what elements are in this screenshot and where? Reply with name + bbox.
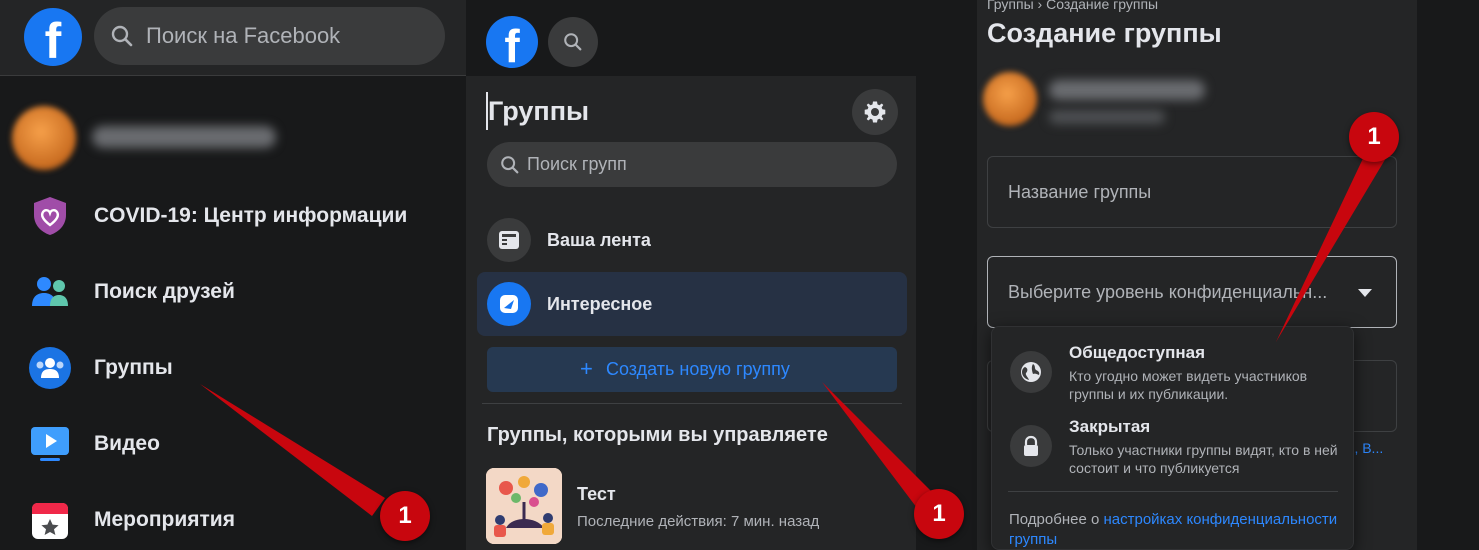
groups-sidebar: Группы Поиск групп Ваша лента Интересное…: [466, 76, 916, 550]
facebook-search-input[interactable]: Поиск на Facebook: [94, 7, 445, 65]
search-placeholder: Поиск групп: [527, 154, 627, 174]
option-description: Только участники группы видят, кто в ней…: [1069, 442, 1338, 476]
discover-icon: [487, 282, 531, 326]
top-bar-compact: f: [466, 0, 977, 76]
menu-item-label: Поиск друзей: [94, 280, 235, 303]
lock-icon: [1010, 425, 1052, 467]
nav-item-label: Интересное: [547, 294, 653, 314]
nav-item-label: Ваша лента: [547, 230, 651, 250]
page-background: [1417, 0, 1479, 550]
option-description: Кто угодно может видеть участников групп…: [1069, 368, 1308, 402]
step-badge: 1: [1349, 112, 1399, 162]
page-title: Создание группы: [987, 18, 1222, 48]
group-name-field[interactable]: Название группы: [987, 156, 1397, 228]
top-bar: f Поиск на Facebook: [0, 0, 466, 76]
search-icon: [111, 25, 133, 47]
facebook-home-panel: f Поиск на Facebook COVID-19: Центр инфо…: [0, 0, 466, 550]
privacy-dropdown-menu: Общедоступная Кто угодно может видеть уч…: [991, 326, 1354, 550]
menu-item-label: Мероприятия: [94, 508, 235, 531]
groups-search-input[interactable]: Поиск групп: [487, 142, 897, 187]
menu-item-label: COVID-19: Центр информации: [94, 204, 408, 227]
profile-shortcut[interactable]: [12, 100, 452, 170]
admin-role-blurred: [1049, 110, 1165, 124]
search-placeholder: Поиск на Facebook: [146, 23, 341, 48]
friends-icon: [32, 277, 68, 306]
feed-icon: [487, 218, 531, 262]
menu-item-groups[interactable]: Группы: [20, 338, 460, 398]
learn-more-prefix: Подробнее о: [1009, 511, 1100, 528]
privacy-learn-more: Подробнее о настройках конфиденциальност…: [1009, 510, 1339, 550]
groups-panel: f Группы Поиск групп Ваша лента Интересн…: [466, 0, 977, 550]
group-name[interactable]: Тест: [577, 484, 616, 505]
dropdown-arrow-icon: [1358, 289, 1372, 297]
privacy-placeholder: Выберите уровень конфиденциальн...: [1008, 282, 1328, 302]
gear-icon: [864, 101, 886, 123]
group-last-activity: Последние действия: 7 мин. назад: [577, 513, 820, 530]
events-icon: [32, 503, 68, 539]
menu-item-label: Видео: [94, 432, 160, 455]
privacy-select[interactable]: Выберите уровень конфиденциальн...: [987, 256, 1397, 328]
option-title: Общедоступная: [1069, 343, 1206, 362]
nav-item-your-feed[interactable]: Ваша лента: [477, 208, 907, 272]
create-group-button[interactable]: + Создать новую группу: [487, 347, 897, 392]
menu-item-video[interactable]: Видео: [20, 414, 460, 474]
avatar: [12, 106, 76, 170]
option-title: Закрытая: [1069, 417, 1151, 436]
nav-item-discover[interactable]: Интересное: [477, 272, 907, 336]
group-name-placeholder: Название группы: [1008, 182, 1152, 202]
admin-name-blurred: [1049, 80, 1205, 100]
facebook-logo-icon[interactable]: f: [24, 8, 82, 69]
section-heading: Группы, которыми вы управляете: [487, 424, 828, 446]
menu-item-label: Группы: [94, 356, 173, 379]
step-badge: 1: [914, 489, 964, 539]
video-icon: [31, 427, 69, 461]
search-icon: [501, 156, 519, 174]
settings-button[interactable]: [852, 89, 898, 135]
breadcrumb[interactable]: Группы › Создание группы: [987, 0, 1158, 12]
menu-item-find-friends[interactable]: Поиск друзей: [20, 262, 460, 322]
globe-icon: [1010, 351, 1052, 393]
groups-icon: [29, 347, 71, 389]
group-thumbnail[interactable]: [486, 468, 562, 544]
page-title: Группы: [488, 96, 590, 126]
plus-icon: +: [580, 356, 593, 381]
profile-name-blurred: [92, 126, 276, 148]
create-group-label: Создать новую группу: [606, 359, 790, 379]
privacy-option-public[interactable]: Общедоступная Кто угодно может видеть уч…: [992, 343, 1355, 413]
divider: [482, 403, 902, 404]
facebook-logo-icon[interactable]: f: [486, 16, 538, 72]
menu-item-covid[interactable]: COVID-19: Центр информации: [20, 186, 460, 246]
search-icon: [564, 33, 582, 51]
search-button[interactable]: [548, 17, 598, 67]
divider: [1008, 491, 1338, 492]
covid-shield-icon: [34, 197, 66, 235]
screenshot-root: f Поиск на Facebook COVID-19: Центр инфо…: [0, 0, 1479, 550]
step-badge: 1: [380, 491, 430, 541]
privacy-option-private[interactable]: Закрытая Только участники группы видят, …: [992, 417, 1355, 487]
create-group-panel: Группы › Создание группы Создание группы…: [977, 0, 1417, 550]
avatar: [983, 72, 1037, 126]
